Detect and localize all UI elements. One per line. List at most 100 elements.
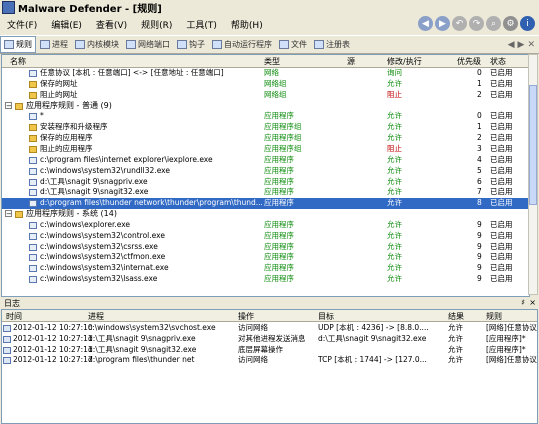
group-name: 应用程序规则 - 系统 (14) (26, 209, 117, 219)
toolbar-tab-5[interactable]: 自动运行程序 (209, 37, 275, 52)
menu-item-0[interactable]: 文件(F) (0, 18, 44, 31)
toolbar-nav-icon-1[interactable]: ▶ (518, 40, 525, 50)
toolbar-tab-2[interactable]: 内核模块 (72, 37, 122, 52)
log-row[interactable]: 2012-01-12 10:27:11 d:\工具\snagit 9\snagit… (2, 345, 537, 356)
log-entry-icon (3, 325, 11, 332)
folder-icon (29, 135, 37, 143)
log-grid[interactable]: 时间 进程 操作 目标 结果 规则 2012-01-12 10:27:10 c:\windo… (1, 309, 538, 424)
column-header[interactable]: 名称 (10, 56, 26, 67)
undo-icon[interactable]: ↶ (452, 16, 467, 31)
rule-status: 已启用 (490, 252, 513, 262)
rule-row[interactable]: c:\program files\internet explorer\iexpl… (2, 155, 529, 166)
rule-action: 允许 (387, 274, 402, 284)
pin-icon[interactable]: ♯ (521, 298, 525, 307)
toolbar-nav-icon-2[interactable]: ✕ (527, 40, 535, 50)
log-column-header[interactable]: 目标 (318, 311, 334, 322)
back-icon[interactable]: ◀ (418, 16, 433, 31)
forward-icon[interactable]: ▶ (435, 16, 450, 31)
rule-action: 允许 (387, 198, 402, 208)
rule-status: 已启用 (490, 143, 513, 153)
rule-priority: 3 (477, 143, 482, 153)
rule-row[interactable]: c:\windows\system32\control.exe 应用程序 允许 9 已启… (2, 231, 529, 242)
rule-row[interactable]: * 应用程序 允许 0 已启用 (2, 111, 529, 122)
column-header[interactable]: 优先级 (457, 56, 481, 67)
column-header[interactable]: 状态 (490, 56, 506, 67)
menu-item-5[interactable]: 帮助(H) (224, 18, 270, 31)
toolbar-tab-0[interactable]: 规则 (0, 36, 36, 53)
rules-grid-header: 名称 类型 源 修改/执行 优先级 状态 (2, 55, 529, 68)
rule-priority: 9 (477, 252, 482, 262)
column-header[interactable]: 源 (347, 56, 355, 67)
log-row[interactable]: 2012-01-12 10:27:17 d:\program files\thun… (2, 355, 537, 366)
rule-row[interactable]: d:\工具\snagit 9\snagit32.exe 应用程序 允许 7 已启用 (2, 187, 529, 198)
rule-row[interactable]: c:\windows\system32\rundll32.exe 应用程序 允许 5 已… (2, 166, 529, 177)
toolbar-tab-7[interactable]: 注册表 (311, 37, 353, 52)
rules-grid-scrollbar[interactable] (528, 54, 538, 295)
log-entry-icon (3, 357, 11, 365)
folder-icon (15, 102, 23, 110)
rule-row[interactable]: 任意协议 [本机 : 任意端口] <-> [任意地址 : 任意端口] 网络 询问 0 已… (2, 68, 529, 79)
menu-item-4[interactable]: 工具(T) (179, 18, 224, 31)
log-column-header[interactable]: 进程 (88, 311, 104, 322)
log-column-header[interactable]: 操作 (238, 311, 254, 322)
menu-item-2[interactable]: 查看(V) (89, 18, 134, 31)
log-process: d:\工具\snagit 9\snagpriv.exe (88, 333, 196, 343)
toolbar-tab-1[interactable]: 进程 (37, 37, 71, 52)
rule-row[interactable]: c:\windows\system32\internat.exe 应用程序 允许 9 已… (2, 263, 529, 274)
rule-row[interactable]: d:\program files\thunder network\thunder… (2, 198, 529, 209)
collapse-icon[interactable]: − (5, 210, 12, 218)
rule-row[interactable]: c:\windows\system32\ctfmon.exe 应用程序 允许 9 已启用 (2, 252, 529, 263)
info-icon[interactable]: i (520, 16, 535, 31)
toolbar-tab-6[interactable]: 文件 (276, 37, 310, 52)
column-header[interactable]: 类型 (264, 56, 280, 67)
rule-name: c:\windows\system32\internat.exe (40, 263, 169, 273)
log-process: c:\windows\system32\svchost.exe (88, 323, 216, 332)
collapse-icon[interactable]: − (5, 101, 12, 109)
redo-icon[interactable]: ↷ (469, 16, 484, 31)
rule-priority: 9 (477, 219, 482, 229)
rules-grid[interactable]: 名称 类型 源 修改/执行 优先级 状态 任意协议 [本机 : 任意端口] <-> [任意… (1, 54, 530, 297)
rule-type: 应用程序 (264, 219, 294, 229)
log-column-header[interactable]: 规则 (486, 311, 502, 322)
log-operation: 对其他进程发送消息 (238, 333, 306, 343)
group-row[interactable]: − 应用程序规则 - 系统 (14) (2, 209, 529, 220)
toolbar-tab-label: 进程 (52, 40, 68, 49)
rule-row[interactable]: 阻止的网址 网络组 阻止 2 已启用 (2, 90, 529, 101)
find-icon[interactable]: ⌕ (486, 16, 501, 31)
group-row[interactable]: − 应用程序规则 - 普通 (9) (2, 101, 529, 112)
rule-name: 保存的网址 (40, 78, 78, 88)
rule-action: 允许 (387, 154, 402, 164)
rule-row[interactable]: 安装程序和升级程序 应用程序组 允许 1 已启用 (2, 122, 529, 133)
log-row[interactable]: 2012-01-12 10:27:11 d:\工具\snagit 9\snagpr… (2, 334, 537, 345)
scrollbar-thumb[interactable] (529, 85, 537, 205)
title-bar: Malware Defender - [规则] (0, 0, 539, 15)
rule-row[interactable]: 保存的应用程序 应用程序组 允许 2 已启用 (2, 133, 529, 144)
rule-row[interactable]: c:\windows\explorer.exe 应用程序 允许 9 已启用 (2, 220, 529, 231)
rule-action: 允许 (387, 252, 402, 262)
rule-status: 已启用 (490, 219, 513, 229)
rule-row[interactable]: 保存的网址 网络组 允许 1 已启用 (2, 79, 529, 90)
menu-item-3[interactable]: 规则(R) (134, 18, 179, 31)
rule-row[interactable]: 阻止的应用程序 应用程序组 阻止 3 已启用 (2, 144, 529, 155)
toolbar-nav-icon-0[interactable]: ◀ (508, 40, 515, 50)
rule-name: c:\windows\system32\control.exe (40, 230, 165, 240)
log-time: 2012-01-12 10:27:10 (13, 323, 93, 332)
toolbar-tab-4[interactable]: 钩子 (174, 37, 208, 52)
application-icon (29, 265, 37, 273)
menu-item-1[interactable]: 编辑(E) (44, 18, 89, 31)
log-column-header[interactable]: 结果 (448, 311, 464, 322)
view-toolbar: 规则 进程 内核模块 网络端口 钩子 自动运行程序 文件 注册表 ◀ ▶ ✕ (0, 35, 539, 54)
log-column-header[interactable]: 时间 (6, 311, 22, 322)
log-rule: [应用程序]* (486, 333, 526, 343)
rule-row[interactable]: c:\windows\system32\csrss.exe 应用程序 允许 9 已启用 (2, 242, 529, 253)
column-header[interactable]: 修改/执行 (387, 56, 422, 67)
log-row[interactable]: 2012-01-12 10:27:10 c:\windows\system32\s… (2, 323, 537, 334)
settings-icon[interactable]: ⚙ (503, 16, 518, 31)
rule-row[interactable]: c:\windows\system32\lsass.exe 应用程序 允许 9 已启用 (2, 274, 529, 285)
rule-name: d:\program files\thunder network\thunder… (40, 198, 262, 208)
rule-row[interactable]: d:\工具\snagit 9\snagpriv.exe 应用程序 允许 6 已启用 (2, 177, 529, 188)
close-icon[interactable]: × (529, 298, 536, 307)
log-result: 允许 (448, 355, 463, 365)
toolbar-tab-3[interactable]: 网络端口 (123, 37, 173, 52)
rule-name: c:\windows\system32\csrss.exe (40, 241, 158, 251)
